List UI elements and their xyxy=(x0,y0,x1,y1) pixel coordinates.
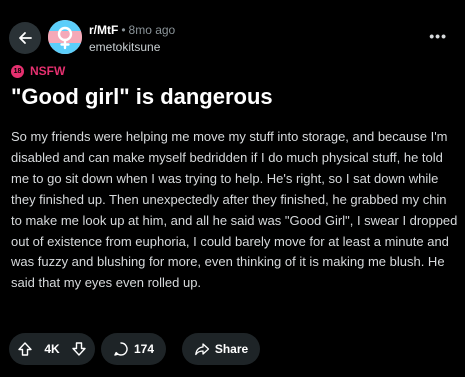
vote-count: 4K xyxy=(44,342,60,356)
upvote-button[interactable] xyxy=(17,341,33,357)
nsfw-tag: 18 NSFW xyxy=(11,64,65,78)
post-meta: r/MtF • 8mo ago xyxy=(89,23,175,37)
comment-count: 174 xyxy=(133,342,155,356)
comment-icon xyxy=(114,342,128,356)
back-button[interactable] xyxy=(9,22,41,54)
post-author[interactable]: emetokitsune xyxy=(89,40,160,54)
upvote-icon xyxy=(18,342,32,356)
comments-button[interactable]: 174 xyxy=(101,333,166,365)
subreddit-avatar[interactable] xyxy=(48,20,82,54)
more-options-button[interactable]: ••• xyxy=(429,28,447,44)
post-body: So my friends were helping me move my st… xyxy=(11,129,458,291)
subreddit-name[interactable]: r/MtF xyxy=(89,23,118,37)
back-arrow-icon xyxy=(19,32,32,44)
more-icon: ••• xyxy=(429,28,447,44)
share-label: Share xyxy=(214,342,249,356)
meta-separator: • xyxy=(121,23,126,37)
nsfw-icon: 18 xyxy=(11,64,24,78)
post-title: "Good girl" is dangerous xyxy=(11,84,273,109)
share-icon xyxy=(194,343,209,356)
nsfw-label: NSFW xyxy=(30,64,66,78)
subreddit-avatar-icon xyxy=(48,20,82,54)
downvote-icon xyxy=(72,342,86,356)
vote-control: 4K xyxy=(9,333,95,365)
post-time: 8mo ago xyxy=(128,23,176,37)
share-button[interactable]: Share xyxy=(182,333,260,365)
downvote-button[interactable] xyxy=(71,341,87,357)
